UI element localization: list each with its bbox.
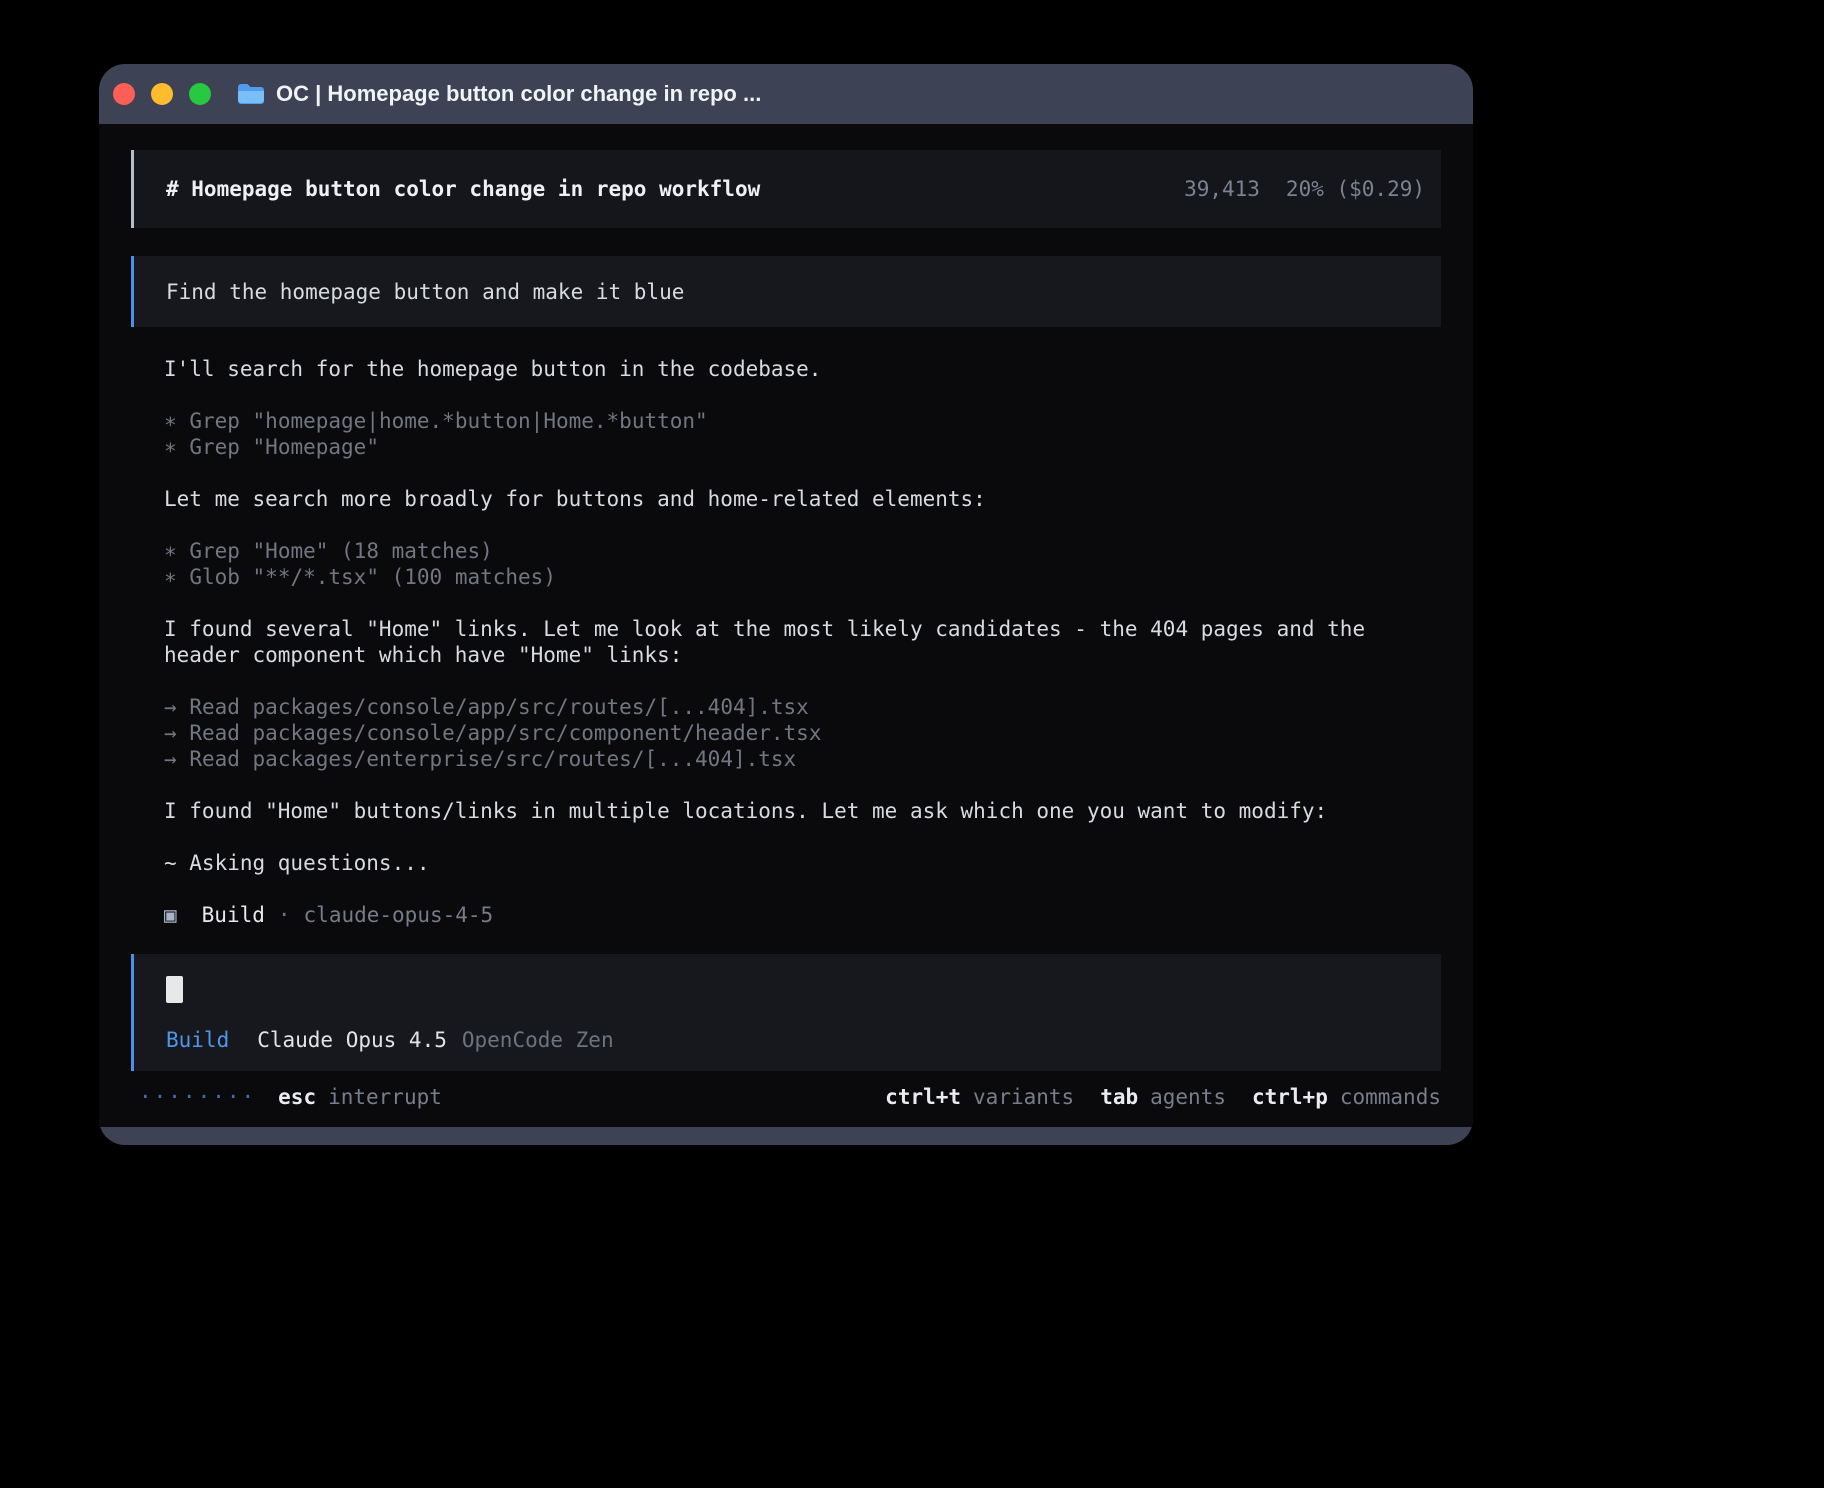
arrow-icon: → [164, 721, 177, 745]
tool-call-text: Grep "Home" (18 matches) [189, 539, 492, 563]
read-tool-group: → Read packages/console/app/src/routes/[… [164, 694, 1441, 772]
tool-call-text: Read packages/console/app/src/routes/[..… [189, 695, 809, 719]
agents-hint: tab agents [1100, 1084, 1226, 1110]
agent-model: claude-opus-4-5 [304, 902, 494, 928]
tab-key-hint: tab [1100, 1085, 1138, 1109]
terminal-window: OC | Homepage button color change in rep… [99, 64, 1473, 1145]
input-modeline: Build Claude Opus 4.5 OpenCode Zen [166, 1027, 1409, 1053]
user-message: Find the homepage button and make it blu… [131, 256, 1441, 327]
zoom-button[interactable] [189, 83, 211, 105]
glob-tool-line: ∗ Glob "**/*.tsx" (100 matches) [164, 564, 1441, 590]
commands-label: commands [1340, 1085, 1441, 1109]
tool-call-group: ∗ Grep "homepage|home.*button|Home.*butt… [164, 408, 1441, 460]
ctrl-p-key-hint: ctrl+p [1252, 1085, 1328, 1109]
titlebar[interactable]: OC | Homepage button color change in rep… [99, 64, 1473, 124]
tool-call-group: ∗ Grep "Home" (18 matches) ∗ Glob "**/*.… [164, 538, 1441, 590]
window-title: OC | Homepage button color change in rep… [276, 81, 761, 107]
asterisk-icon: ∗ [164, 539, 177, 563]
interrupt-hint: esc interrupt [278, 1084, 442, 1110]
session-stats: 39,413 20% ($0.29) [1184, 176, 1425, 202]
agent-icon: ▣ [164, 902, 177, 928]
arrow-icon: → [164, 747, 177, 771]
tool-call-text: Read packages/console/app/src/component/… [189, 721, 821, 745]
agent-status-line: ▣ Build · claude-opus-4-5 [164, 902, 1441, 928]
token-count: 39,413 [1184, 177, 1260, 201]
arrow-icon: → [164, 695, 177, 719]
ctrl-t-key-hint: ctrl+t [885, 1085, 961, 1109]
grep-tool-line: ∗ Grep "Homepage" [164, 434, 1441, 460]
read-tool-line: → Read packages/enterprise/src/routes/[.… [164, 746, 1441, 772]
grep-tool-line: ∗ Grep "homepage|home.*button|Home.*butt… [164, 408, 1441, 434]
asterisk-icon: ∗ [164, 409, 177, 433]
dot-separator: · [278, 902, 291, 928]
variants-label: variants [973, 1085, 1074, 1109]
esc-key-hint: esc [278, 1085, 316, 1109]
traffic-lights [113, 83, 211, 105]
assistant-paragraph: Let me search more broadly for buttons a… [164, 486, 1441, 512]
minimize-button[interactable] [151, 83, 173, 105]
status-bar: ········ esc interrupt ctrl+t variants tab… [131, 1084, 1441, 1127]
read-tool-line: → Read packages/console/app/src/routes/[… [164, 694, 1441, 720]
asterisk-icon: ∗ [164, 435, 177, 459]
assistant-paragraph: I'll search for the homepage button in t… [164, 356, 1441, 382]
session-title: # Homepage button color change in repo w… [166, 176, 760, 202]
context-usage: 20% ($0.29) [1286, 177, 1425, 201]
agents-label: agents [1150, 1085, 1226, 1109]
tool-call-text: Grep "Homepage" [189, 435, 379, 459]
grep-tool-line: ∗ Grep "Home" (18 matches) [164, 538, 1441, 564]
asterisk-icon: ∗ [164, 565, 177, 589]
session-header: # Homepage button color change in repo w… [131, 150, 1441, 228]
prompt-input[interactable]: Build Claude Opus 4.5 OpenCode Zen [131, 954, 1441, 1071]
folder-icon [237, 83, 264, 105]
interrupt-label: interrupt [328, 1085, 442, 1109]
working-status: ~ Asking questions... [164, 850, 1441, 876]
read-tool-line: → Read packages/console/app/src/componen… [164, 720, 1441, 746]
variants-hint: ctrl+t variants [885, 1084, 1074, 1110]
assistant-paragraph: I found "Home" buttons/links in multiple… [164, 798, 1441, 824]
mode-indicator: Build [166, 1028, 229, 1052]
commands-hint: ctrl+p commands [1252, 1084, 1441, 1110]
agent-name: Build [202, 902, 265, 928]
model-name: Claude Opus 4.5 [257, 1028, 447, 1052]
user-message-text: Find the homepage button and make it blu… [166, 279, 684, 305]
tool-call-text: Read packages/enterprise/src/routes/[...… [189, 747, 796, 771]
tool-call-text: Grep "homepage|home.*button|Home.*button… [189, 409, 707, 433]
spinner-dots: ········ [139, 1084, 256, 1110]
provider-name: OpenCode Zen [462, 1028, 614, 1052]
assistant-paragraph: I found several "Home" links. Let me loo… [164, 616, 1441, 668]
input-cursor [166, 976, 183, 1003]
terminal-content: # Homepage button color change in repo w… [99, 124, 1473, 1127]
close-button[interactable] [113, 83, 135, 105]
transcript: I'll search for the homepage button in t… [131, 356, 1441, 928]
shortcut-hints: ctrl+t variants tab agents ctrl+p commands [885, 1084, 1441, 1110]
tool-call-text: Glob "**/*.tsx" (100 matches) [189, 565, 556, 589]
